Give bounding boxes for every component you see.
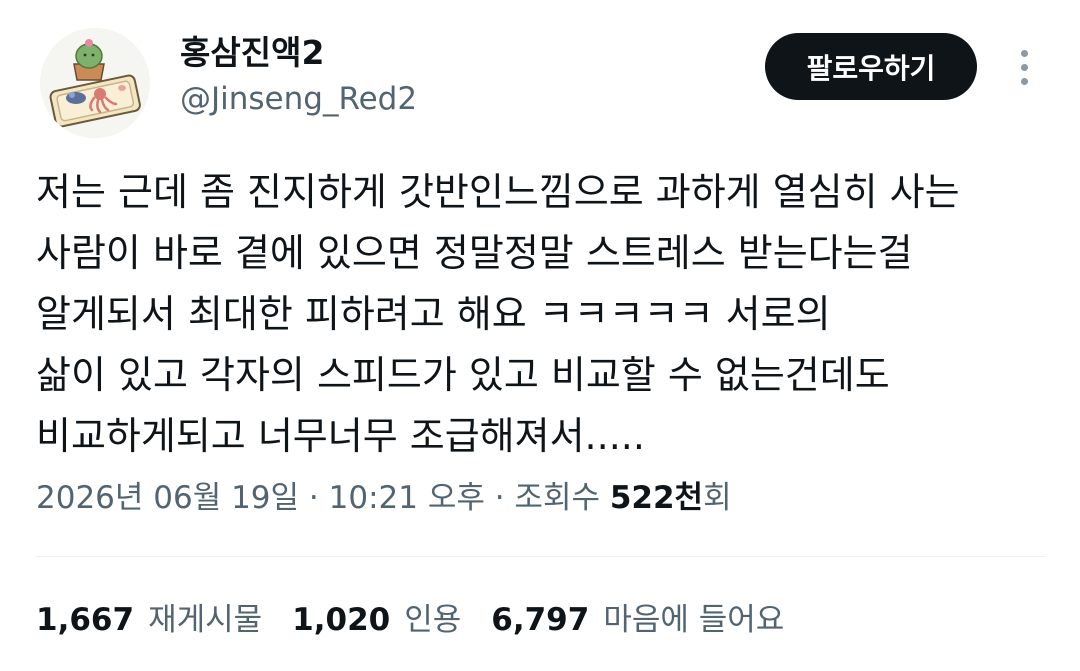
retweets-count: 1,667 — [36, 602, 135, 638]
more-vertical-icon — [1020, 49, 1028, 57]
views-count: 522천 — [609, 480, 704, 516]
more-vertical-icon-dot — [1020, 63, 1028, 71]
tweet-text-line: 삶이 있고 각자의 스피드가 있고 비교할 수 없는건데도 — [36, 353, 890, 397]
user-handle[interactable]: @Jinseng_Red2 — [180, 79, 417, 119]
divider — [36, 556, 1046, 557]
tweet-text-line: 알게되서 최대한 피하려고 해요 ㅋㅋㅋㅋㅋ 서로의 — [36, 292, 831, 336]
quotes-stat[interactable]: 1,020 인용 — [292, 598, 461, 642]
likes-stat[interactable]: 6,797 마음에 들어요 — [491, 598, 784, 642]
likes-count: 6,797 — [491, 602, 590, 638]
more-vertical-icon-dot — [1020, 77, 1028, 85]
tweet-date[interactable]: 2026년 06월 19일 — [36, 480, 299, 516]
retweets-label: 재게시물 — [148, 602, 263, 638]
views-label: 조회수 — [514, 480, 610, 516]
avatar[interactable] — [40, 28, 150, 138]
tweet-text: 저는 근데 좀 진지하게 갓반인느낌으로 과하게 열심히 사는 사람이 바로 곁… — [36, 162, 1051, 467]
follow-button[interactable]: 팔로우하기 — [765, 33, 977, 100]
likes-label: 마음에 들어요 — [603, 602, 785, 638]
tweet-text-line: 비교하게되고 너무너무 조급해져서..... — [36, 414, 645, 458]
display-name[interactable]: 홍삼진액2 — [180, 33, 324, 73]
meta-separator: · — [484, 480, 515, 516]
meta-separator: · — [299, 480, 329, 516]
tweet-text-line: 사람이 바로 곁에 있으면 정말정말 스트레스 받는다는걸 — [36, 231, 913, 275]
engagement-stats: 1,667 재게시물 1,020 인용 6,797 마음에 들어요 — [36, 598, 814, 642]
retweets-stat[interactable]: 1,667 재게시물 — [36, 598, 262, 642]
tweet-time[interactable]: 10:21 오후 — [329, 480, 485, 516]
quotes-label: 인용 — [404, 602, 462, 638]
tweet-meta: 2026년 06월 19일 · 10:21 오후 · 조회수 522천회 — [36, 476, 732, 520]
avatar-illustration-icon — [40, 28, 150, 138]
views-suffix: 회 — [703, 480, 732, 516]
tweet-text-line: 저는 근데 좀 진지하게 갓반인느낌으로 과하게 열심히 사는 — [36, 170, 960, 214]
quotes-count: 1,020 — [292, 602, 391, 638]
more-options-button[interactable] — [1004, 42, 1044, 92]
tweet-card: 홍삼진액2 @Jinseng_Red2 팔로우하기 저는 근데 좀 진지하게 갓… — [0, 0, 1080, 671]
